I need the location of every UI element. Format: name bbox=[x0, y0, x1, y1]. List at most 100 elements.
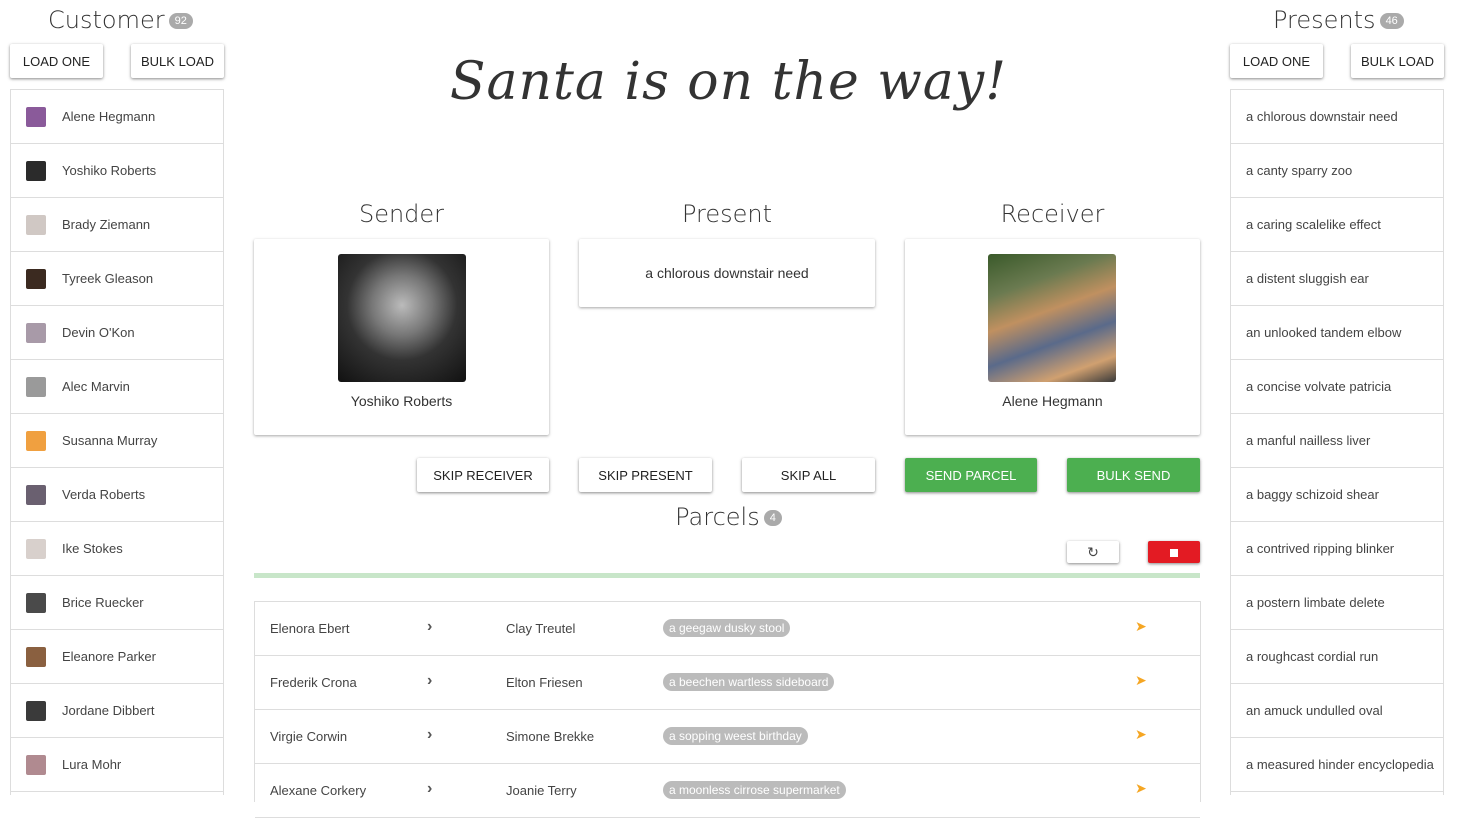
parcel-sender: Virgie Corwin bbox=[270, 729, 348, 744]
skip-receiver-button[interactable]: SKIP RECEIVER bbox=[417, 458, 549, 492]
refresh-icon: ↻ bbox=[1087, 543, 1099, 560]
parcel-present-tag: a sopping weest birthday bbox=[663, 727, 808, 745]
parcel-present-tag: a beechen wartless sideboard bbox=[663, 673, 835, 691]
customer-panel-title: Customer 92 bbox=[48, 6, 193, 34]
parcel-row[interactable]: Alexane Corkery › Joanie Terry a moonless c… bbox=[255, 764, 1200, 818]
present-list-item[interactable]: a distent sluggish ear bbox=[1231, 252, 1443, 306]
chevron-right-icon: › bbox=[427, 726, 433, 743]
customer-list[interactable]: Alene Hegmann Yoshiko Roberts Brady Zieman… bbox=[10, 89, 224, 795]
present-name: a distent sluggish ear bbox=[1246, 271, 1369, 286]
paper-plane-icon[interactable]: ➤ bbox=[1135, 672, 1147, 689]
parcels-count-badge: 4 bbox=[763, 510, 782, 526]
customer-title: Customer bbox=[48, 6, 165, 34]
stop-button[interactable] bbox=[1148, 541, 1200, 563]
customer-name: Brice Ruecker bbox=[62, 595, 144, 610]
parcel-sender: Alexane Corkery bbox=[270, 783, 367, 798]
present-name: a canty sparry zoo bbox=[1246, 163, 1353, 178]
present-name: a manful nailless liver bbox=[1246, 433, 1371, 448]
presents-panel-title: Presents 46 bbox=[1273, 6, 1404, 34]
present-list-item[interactable]: a caring scalelike effect bbox=[1231, 198, 1443, 252]
customer-name: Lura Mohr bbox=[62, 757, 122, 772]
present-card: a chlorous downstair need bbox=[579, 239, 875, 307]
customer-name: Verda Roberts bbox=[62, 487, 146, 502]
customer-list-item[interactable]: Devin O'Kon bbox=[11, 306, 223, 360]
presents-list[interactable]: a chlorous downstair need a canty sparry … bbox=[1230, 89, 1444, 795]
present-list-item[interactable]: a roughcast cordial run bbox=[1231, 630, 1443, 684]
customer-name: Devin O'Kon bbox=[62, 325, 135, 340]
paper-plane-icon[interactable]: ➤ bbox=[1135, 726, 1147, 743]
customer-name: Alec Marvin bbox=[62, 379, 130, 394]
avatar bbox=[26, 214, 46, 235]
present-list-item[interactable]: a postern limbate delete bbox=[1231, 576, 1443, 630]
receiver-card: Alene Hegmann bbox=[905, 239, 1200, 435]
avatar bbox=[26, 700, 46, 721]
customer-name: Brady Ziemann bbox=[62, 217, 151, 232]
parcels-title: Parcels bbox=[675, 503, 760, 531]
present-list-item[interactable]: a concise volvate patricia bbox=[1231, 360, 1443, 414]
customer-name: Tyreek Gleason bbox=[62, 271, 154, 286]
paper-plane-icon[interactable]: ➤ bbox=[1135, 618, 1147, 635]
customer-list-item[interactable]: Yoshiko Roberts bbox=[11, 144, 223, 198]
customer-list-item[interactable]: Jordane Dibbert bbox=[11, 684, 223, 738]
parcel-receiver: Clay Treutel bbox=[506, 621, 576, 636]
avatar bbox=[26, 538, 46, 559]
customer-name: Eleanore Parker bbox=[62, 649, 156, 664]
parcel-sender: Elenora Ebert bbox=[270, 621, 350, 636]
avatar bbox=[26, 268, 46, 289]
customer-name: Jordane Dibbert bbox=[62, 703, 155, 718]
parcels-progress-track bbox=[254, 573, 1200, 578]
skip-present-button[interactable]: SKIP PRESENT bbox=[579, 458, 712, 492]
skip-all-button[interactable]: SKIP ALL bbox=[742, 458, 875, 492]
sender-name: Yoshiko Roberts bbox=[350, 393, 453, 409]
present-list-item[interactable]: a manful nailless liver bbox=[1231, 414, 1443, 468]
customer-name: Yoshiko Roberts bbox=[62, 163, 157, 178]
sender-card: Yoshiko Roberts bbox=[254, 239, 549, 435]
avatar bbox=[26, 484, 46, 505]
parcel-sender: Frederik Crona bbox=[270, 675, 357, 690]
chevron-right-icon: › bbox=[427, 672, 433, 689]
customer-list-item[interactable]: Lura Mohr bbox=[11, 738, 223, 792]
presents-title: Presents bbox=[1273, 6, 1376, 34]
customer-list-item[interactable]: Brice Ruecker bbox=[11, 576, 223, 630]
present-name: a concise volvate patricia bbox=[1246, 379, 1392, 394]
avatar bbox=[26, 376, 46, 397]
refresh-button[interactable]: ↻ bbox=[1067, 541, 1119, 563]
customer-list-item[interactable]: Tyreek Gleason bbox=[11, 252, 223, 306]
customer-list-item[interactable]: Alec Marvin bbox=[11, 360, 223, 414]
parcel-present-tag: a geegaw dusky stool bbox=[663, 619, 791, 637]
parcel-receiver: Simone Brekke bbox=[506, 729, 595, 744]
present-name: a contrived ripping blinker bbox=[1246, 541, 1395, 556]
customer-count-badge: 92 bbox=[168, 13, 193, 29]
parcel-row[interactable]: Virgie Corwin › Simone Brekke a sopping wee… bbox=[255, 710, 1200, 764]
parcel-receiver: Joanie Terry bbox=[506, 783, 577, 798]
avatar bbox=[26, 592, 46, 613]
present-list-item[interactable]: a measured hinder encyclopedia bbox=[1231, 738, 1443, 792]
present-heading: Present bbox=[681, 200, 773, 228]
customer-list-item[interactable]: Eleanore Parker bbox=[11, 630, 223, 684]
present-name: a caring scalelike effect bbox=[1246, 217, 1381, 232]
avatar bbox=[26, 754, 46, 775]
parcels-table: Elenora Ebert › Clay Treutel a geegaw dusky… bbox=[254, 601, 1201, 818]
present-list-item[interactable]: an amuck undulled oval bbox=[1231, 684, 1443, 738]
page-title: Santa is on the way! bbox=[449, 52, 1008, 112]
present-name: a postern limbate delete bbox=[1246, 595, 1385, 610]
present-name: an unlooked tandem elbow bbox=[1246, 325, 1402, 340]
parcel-present-tag: a moonless cirrose supermarket bbox=[663, 781, 846, 799]
stop-icon bbox=[1170, 548, 1178, 557]
present-name: a roughcast cordial run bbox=[1246, 649, 1379, 664]
present-list-item[interactable]: a canty sparry zoo bbox=[1231, 144, 1443, 198]
customer-list-item[interactable]: Brady Ziemann bbox=[11, 198, 223, 252]
customer-list-item[interactable]: Susanna Murray bbox=[11, 414, 223, 468]
avatar bbox=[26, 646, 46, 667]
parcel-row[interactable]: Frederik Crona › Elton Friesen a beechen wa… bbox=[255, 656, 1200, 710]
receiver-photo bbox=[988, 254, 1116, 382]
paper-plane-icon[interactable]: ➤ bbox=[1135, 780, 1147, 797]
receiver-heading: Receiver bbox=[1000, 200, 1105, 228]
bulk-send-button[interactable]: BULK SEND bbox=[1067, 458, 1200, 492]
sender-heading: Sender bbox=[358, 200, 445, 228]
parcels-heading: Parcels 4 bbox=[0, 503, 1457, 531]
present-list-item[interactable]: an unlooked tandem elbow bbox=[1231, 306, 1443, 360]
customer-name: Susanna Murray bbox=[62, 433, 158, 448]
send-parcel-button[interactable]: SEND PARCEL bbox=[905, 458, 1037, 492]
parcel-row[interactable]: Elenora Ebert › Clay Treutel a geegaw dusky… bbox=[255, 602, 1200, 656]
